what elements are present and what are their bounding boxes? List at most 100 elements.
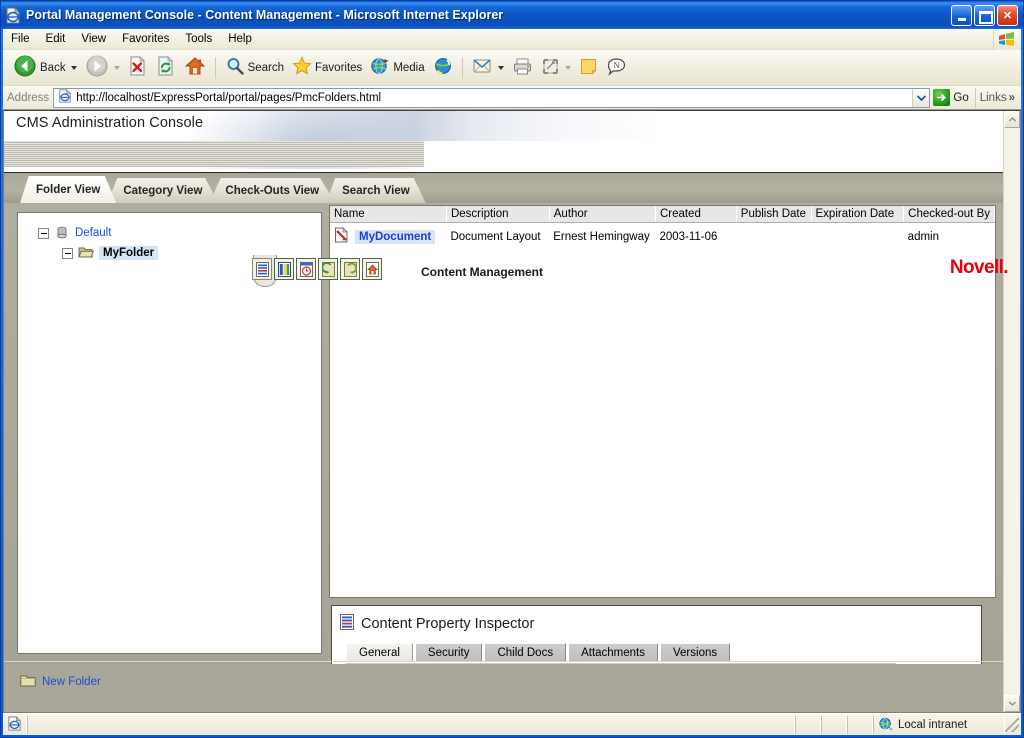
print-button[interactable] [508, 53, 537, 83]
view-tab-strip: Folder View Category View Check-Outs Vie… [4, 173, 1003, 203]
security-zone-indicator[interactable]: Local intranet [873, 715, 1005, 734]
home-button[interactable] [180, 53, 210, 83]
content-management-icon[interactable] [252, 255, 277, 287]
document-name-link[interactable]: MyDocument [355, 229, 436, 244]
inspector-tab-versions[interactable]: Versions [660, 643, 731, 662]
tree-expander-myfolder[interactable] [62, 247, 73, 259]
col-header-description[interactable]: Description [446, 206, 550, 223]
cell-checked-out-by: admin [907, 230, 939, 243]
home-icon[interactable] [362, 258, 382, 280]
col-header-checked-out-by[interactable]: Checked-out By [903, 206, 995, 223]
cms-module-toolbar [252, 255, 382, 287]
cell-created: 2003-11-06 [659, 230, 718, 243]
sticky-note-icon [579, 57, 598, 79]
cms-header: CMS Administration Console [4, 111, 1003, 173]
novell-messenger-icon: N [606, 57, 627, 79]
inspector-tab-bar: General Security Child Docs Attachments [346, 643, 981, 662]
mail-button[interactable] [468, 53, 508, 83]
tree-expander-default[interactable] [38, 227, 49, 239]
go-arrow-icon [933, 89, 951, 106]
scrollbar-track[interactable] [1004, 128, 1020, 695]
col-header-author[interactable]: Author [549, 206, 656, 223]
address-url-text: http://localhost/ExpressPortal/portal/pa… [76, 91, 382, 104]
col-header-name[interactable]: Name [330, 206, 447, 223]
window-title: Portal Management Console - Content Mana… [26, 8, 504, 22]
status-spacer-2 [821, 715, 847, 734]
import-icon[interactable] [318, 258, 338, 280]
tab-folder-view[interactable]: Folder View [20, 176, 117, 203]
portal-layout-icon[interactable] [274, 258, 294, 280]
export-icon[interactable] [340, 258, 360, 280]
media-button[interactable]: Media [366, 53, 428, 83]
col-header-expiration-date[interactable]: Expiration Date [811, 206, 905, 223]
close-button[interactable]: ✕ [997, 4, 1018, 26]
windows-flag-icon [993, 29, 1019, 50]
edit-dropdown-icon[interactable] [564, 65, 571, 70]
history-button[interactable] [429, 53, 457, 83]
forward-button[interactable] [81, 53, 124, 83]
links-button[interactable]: Links » [974, 87, 1019, 108]
tab-folder-view-label: Folder View [36, 183, 101, 196]
scroll-up-button[interactable] [1004, 111, 1020, 128]
minimize-button[interactable] [951, 4, 972, 26]
tab-category-view[interactable]: Category View [107, 178, 219, 203]
table-header-row: Name Description Author Created Publish … [330, 206, 995, 223]
cell-expiration-date [811, 223, 904, 251]
document-checked-out-icon [334, 227, 349, 246]
cell-author: Ernest Hemingway [553, 230, 650, 243]
table-row[interactable]: MyDocument Document Layout Ernest Heming… [330, 223, 995, 251]
address-dropdown-button[interactable] [912, 88, 930, 107]
notes-button[interactable] [575, 53, 602, 83]
cell-name: MyDocument [330, 223, 446, 251]
messenger-button[interactable]: N [602, 53, 631, 83]
tab-category-view-label: Category View [123, 184, 203, 197]
col-header-created[interactable]: Created [655, 206, 737, 223]
menu-edit[interactable]: Edit [38, 31, 74, 47]
inspector-tab-child-docs[interactable]: Child Docs [484, 643, 567, 662]
cell-publish-date [736, 223, 811, 251]
inspector-tab-security-label: Security [427, 647, 470, 659]
col-header-publish-date[interactable]: Publish Date [736, 206, 812, 223]
forward-dropdown-icon[interactable] [113, 65, 120, 70]
resize-grip[interactable] [1005, 717, 1019, 732]
tab-checkouts-view[interactable]: Check-Outs View [209, 178, 336, 203]
browser-window: Portal Management Console - Content Mana… [0, 0, 1024, 738]
toolbar-separator-1 [214, 56, 216, 79]
menu-help[interactable]: Help [220, 31, 260, 47]
edit-page-icon [541, 57, 560, 79]
scheduler-icon[interactable] [296, 258, 316, 280]
home-icon [184, 56, 206, 79]
go-button[interactable]: Go [930, 89, 974, 106]
menu-tools[interactable]: Tools [177, 31, 220, 47]
stop-button[interactable] [124, 53, 152, 83]
tab-search-view-label: Search View [342, 184, 410, 197]
menu-view[interactable]: View [73, 31, 114, 47]
back-dropdown-icon[interactable] [70, 65, 77, 70]
browser-toolbar: Back Search Favorites Media N [3, 50, 1021, 86]
favorites-button[interactable]: Favorites [288, 53, 366, 83]
inspector-tab-security[interactable]: Security [414, 643, 483, 662]
tab-search-view[interactable]: Search View [326, 178, 426, 203]
address-input[interactable]: http://localhost/ExpressPortal/portal/pa… [53, 87, 931, 108]
new-folder-label: New Folder [42, 676, 101, 688]
panel-divider [4, 661, 1003, 662]
document-table: Name Description Author Created Publish … [330, 206, 995, 250]
mail-dropdown-icon[interactable] [497, 65, 504, 70]
search-button[interactable]: Search [221, 53, 288, 83]
refresh-button[interactable] [152, 53, 180, 83]
back-button[interactable]: Back [9, 53, 81, 83]
new-folder-button[interactable]: New Folder [20, 674, 101, 690]
search-label: Search [247, 61, 285, 74]
edit-page-button[interactable] [537, 53, 575, 83]
tree-node-default-label: Default [75, 227, 112, 239]
scroll-down-button[interactable] [1004, 695, 1020, 712]
page-scrollbar[interactable] [1003, 111, 1020, 712]
status-message [27, 715, 795, 734]
menu-favorites[interactable]: Favorites [114, 31, 177, 47]
inspector-tab-attachments[interactable]: Attachments [568, 643, 658, 662]
star-favorites-icon [292, 56, 312, 79]
maximize-button[interactable] [974, 4, 995, 26]
menu-file[interactable]: File [3, 31, 38, 47]
inspector-tab-general[interactable]: General [346, 643, 413, 662]
tree-node-default[interactable]: Default [18, 223, 321, 243]
